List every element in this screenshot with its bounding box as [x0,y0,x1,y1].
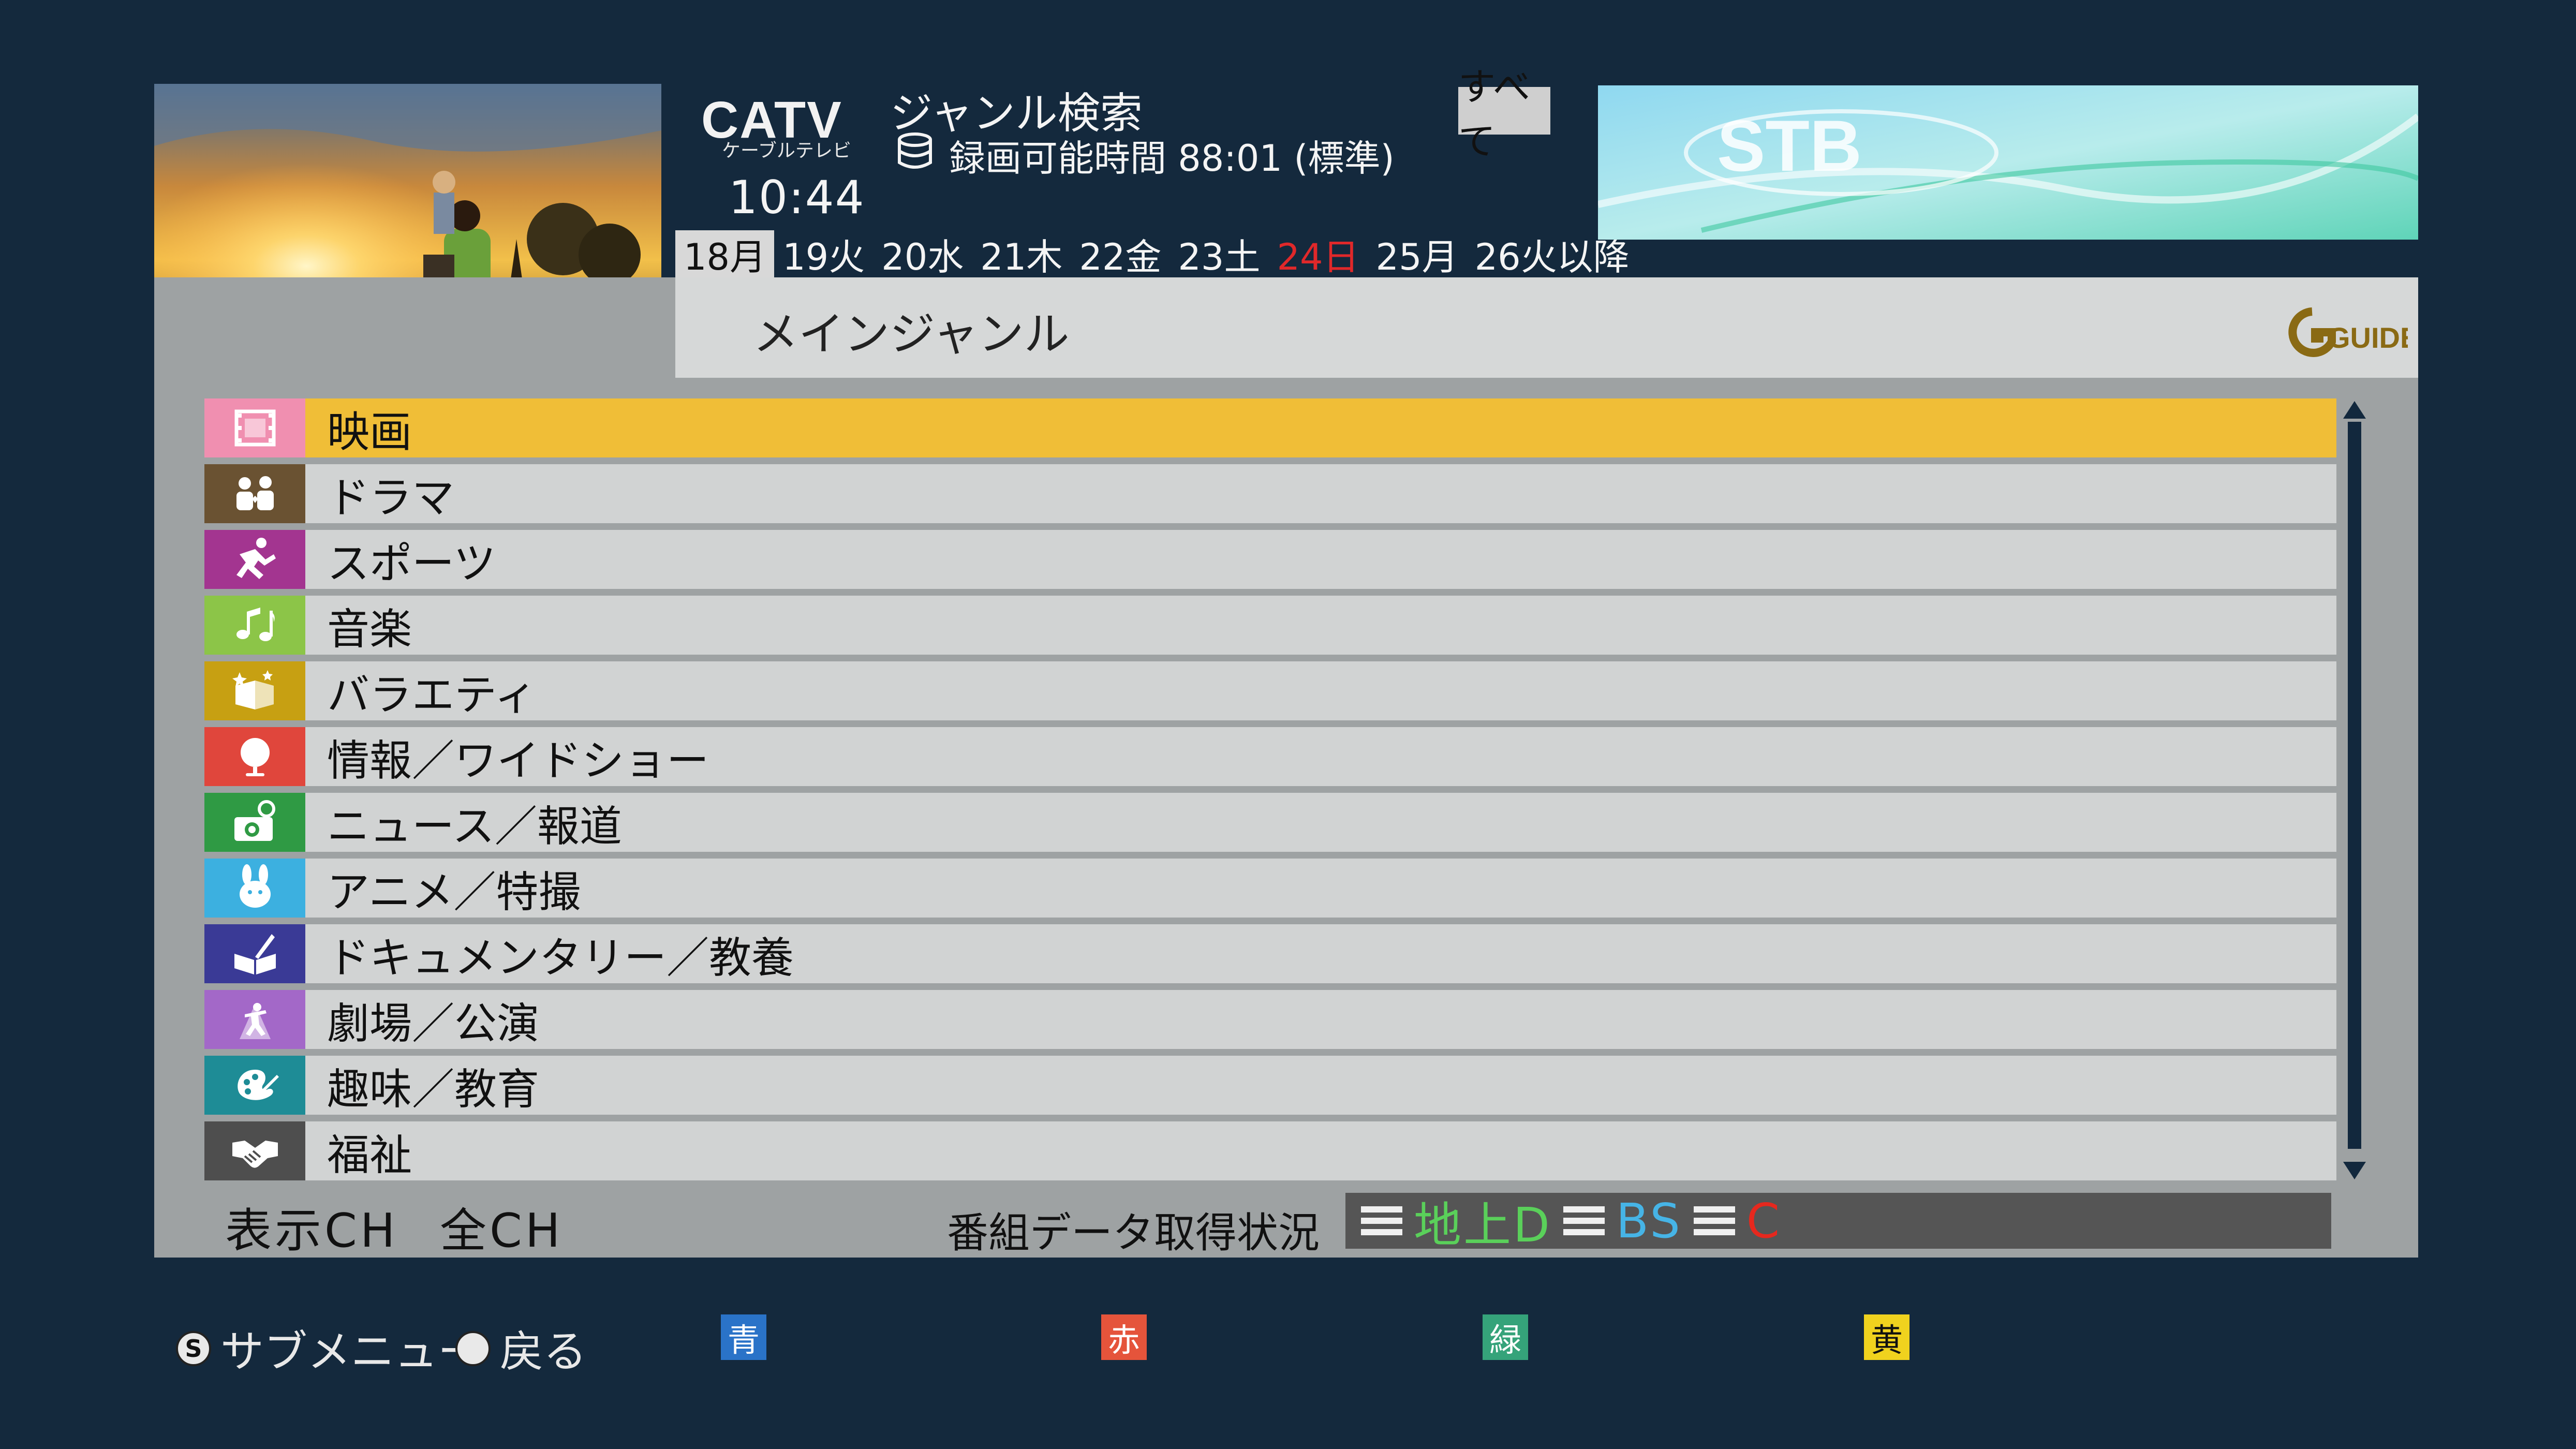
genre-row[interactable]: ニュース／報道 [204,793,2336,852]
day-tab[interactable]: 18月 [675,230,775,278]
genre-label: ドラマ [327,473,455,523]
genre-row[interactable]: 趣味／教育 [204,1056,2336,1115]
scrollbar[interactable] [2348,422,2361,1149]
main-genre-heading: メインジャンル [753,307,1070,361]
recording-capacity: 録画可能時間 88:01 (標準) [895,129,1395,182]
film-icon [204,398,305,457]
music-note-icon [204,596,305,655]
palette-icon [204,1056,305,1115]
variety-box-icon [204,661,305,720]
genre-row[interactable]: スポーツ [204,530,2336,589]
runner-icon [204,530,305,589]
day-tab[interactable]: 22金 [1071,230,1169,278]
genre-row[interactable]: ドラマ [204,464,2336,523]
status-item: 地上D [1414,1197,1552,1253]
genre-label: 趣味／教育 [327,1064,540,1114]
genre-label: 福祉 [327,1130,412,1180]
back-label: 戻る [500,1326,587,1377]
genre-label: ドキュメンタリー／教養 [327,933,794,983]
submenu-key[interactable]: S サブメニュー [176,1317,481,1380]
genre-row[interactable]: バラエティ [204,661,2336,720]
genre-label: スポーツ [327,539,496,588]
back-key[interactable]: 戻る [455,1317,587,1380]
blue-button[interactable]: 青 [721,1314,766,1360]
genre-row[interactable]: 映画 [204,398,2336,457]
green-button[interactable]: 緑 [1483,1314,1528,1360]
clock: 10:44 [729,171,865,224]
genre-label: 劇場／公演 [327,999,540,1048]
status-bars-icon [1563,1206,1605,1235]
scroll-up-arrow-icon[interactable] [2343,401,2366,419]
submenu-label: サブメニュー [220,1326,482,1377]
status-bars-icon [1361,1206,1402,1235]
day-tabs: 18月 19火 20水 21木 22金 23土 24日 25月 26火以降 [675,230,1638,278]
genre-label: 音楽 [327,604,412,654]
status-bars-icon [1693,1206,1735,1235]
camera-icon [204,793,305,852]
data-status-box: 地上D BS C [1345,1193,2331,1253]
day-tab[interactable]: 19火 [774,230,873,278]
day-tab[interactable]: 21木 [972,230,1071,278]
catv-logo-subtitle: ケーブルテレビ [722,140,851,161]
genre-label: 映画 [327,407,412,457]
genre-label: バラエティ [327,670,537,720]
yellow-button[interactable]: 黄 [1864,1314,1909,1360]
handshake-icon [204,1121,305,1180]
day-tab[interactable]: 23土 [1169,230,1268,278]
genre-row[interactable]: 福祉 [204,1121,2336,1180]
scroll-down-arrow-icon[interactable] [2343,1162,2366,1179]
genre-list: 映画ドラマスポーツ音楽バラエティ情報／ワイドショー ニュース／報道 アニメ／特撮ドキ… [204,398,2336,1187]
status-item: C [1746,1193,1782,1249]
data-status-label: 番組データ取得状況 [947,1209,1320,1257]
red-button[interactable]: 赤 [1101,1314,1147,1360]
stb-banner: STB [1598,85,2418,240]
day-tab[interactable]: 20水 [873,230,972,278]
bunny-icon [204,859,305,918]
genre-row[interactable]: ドキュメンタリー／教養 [204,924,2336,983]
filter-all-button[interactable]: すべて [1458,65,1550,163]
recording-capacity-text: 録画可能時間 88:01 (標準) [949,137,1395,180]
genre-label: ニュース／報道 [327,802,622,851]
day-tab[interactable]: 25月 [1368,230,1467,278]
genre-row[interactable]: 情報／ワイドショー [204,727,2336,786]
status-item: BS [1616,1193,1682,1249]
genre-label: アニメ／特撮 [327,867,581,917]
day-tab[interactable]: 24日 [1268,230,1367,278]
genre-row[interactable]: 劇場／公演 [204,990,2336,1049]
genre-label: 情報／ワイドショー [327,736,709,786]
genre-row[interactable]: アニメ／特撮 [204,859,2336,918]
banner-text: STB [1717,105,1862,186]
g-guide-logo: GUIDE [2276,305,2419,357]
globe-icon [204,727,305,786]
s-button-icon: S [176,1330,211,1366]
people-icon [204,464,305,523]
back-button-icon [455,1330,491,1366]
g-guide-logo-text: GUIDE [2328,321,2408,354]
dancer-icon [204,990,305,1049]
display-ch-label: 表示CH [225,1204,398,1258]
book-icon [204,924,305,983]
genre-row[interactable]: 音楽 [204,596,2336,655]
disk-icon [895,131,935,180]
display-ch-value[interactable]: 全CH [440,1193,564,1260]
